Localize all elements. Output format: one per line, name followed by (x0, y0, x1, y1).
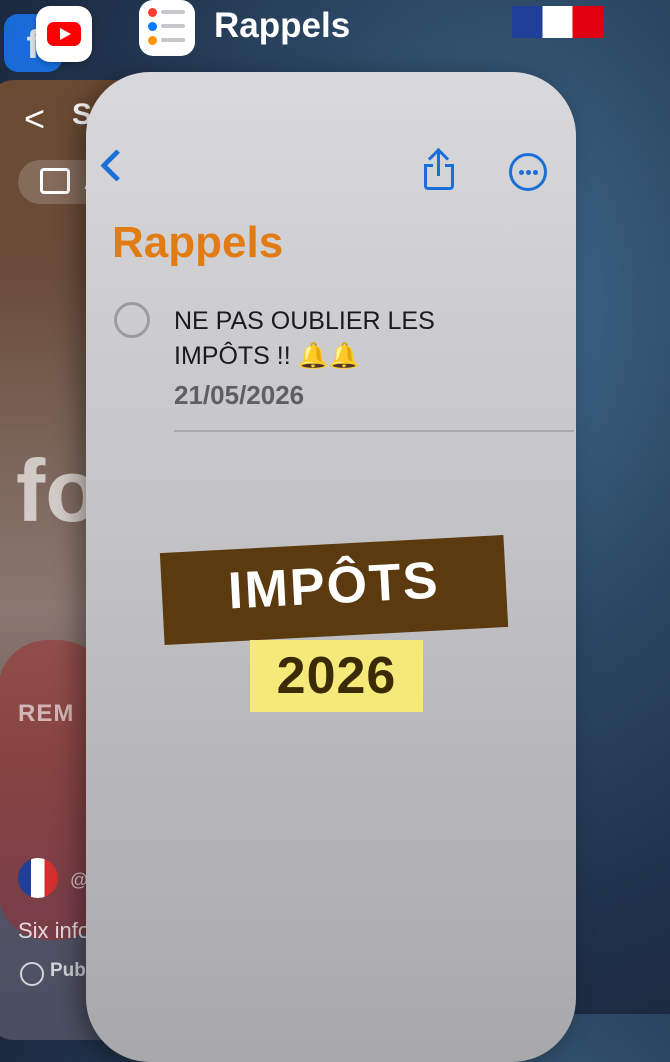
republique-francaise-logo (512, 6, 604, 38)
video-icon (40, 168, 70, 194)
share-icon[interactable] (418, 147, 462, 196)
reminder-date: 21/05/2026 (174, 380, 305, 410)
play-icon (60, 28, 71, 40)
more-dot (519, 170, 524, 175)
reminders-line (161, 10, 185, 14)
reminders-dot-orange (148, 36, 157, 45)
list-title: Rappels (112, 218, 284, 267)
reminders-dot-blue (148, 22, 157, 31)
background-body-text: Six info (18, 918, 91, 943)
background-caption-fragment: REM (18, 700, 75, 727)
avatar (18, 858, 58, 898)
reminder-title[interactable]: NE PAS OUBLIER LES IMPÔTS !! 🔔🔔 (174, 304, 504, 374)
headline-text: IMPÔTS (226, 551, 441, 621)
headline-banner: IMPÔTS (159, 535, 509, 645)
reminders-line (161, 24, 185, 28)
youtube-icon[interactable] (36, 6, 92, 62)
reminders-line (161, 38, 185, 42)
reminder-checkbox[interactable] (114, 302, 150, 338)
more-options-icon[interactable] (509, 153, 547, 191)
reminders-dot-red (148, 8, 157, 17)
app-switcher-title: Rappels (214, 6, 351, 45)
year-banner: 2026 (250, 640, 423, 712)
background-back-icon: < (24, 98, 46, 139)
background-meta-text: Pub (50, 960, 86, 981)
reminders-icon[interactable] (139, 0, 195, 56)
reminder-divider (174, 430, 574, 432)
year-text: 2026 (276, 647, 397, 705)
more-dot (533, 170, 538, 175)
back-chevron-icon[interactable] (98, 146, 122, 190)
more-dot (526, 170, 531, 175)
globe-icon (20, 962, 44, 986)
